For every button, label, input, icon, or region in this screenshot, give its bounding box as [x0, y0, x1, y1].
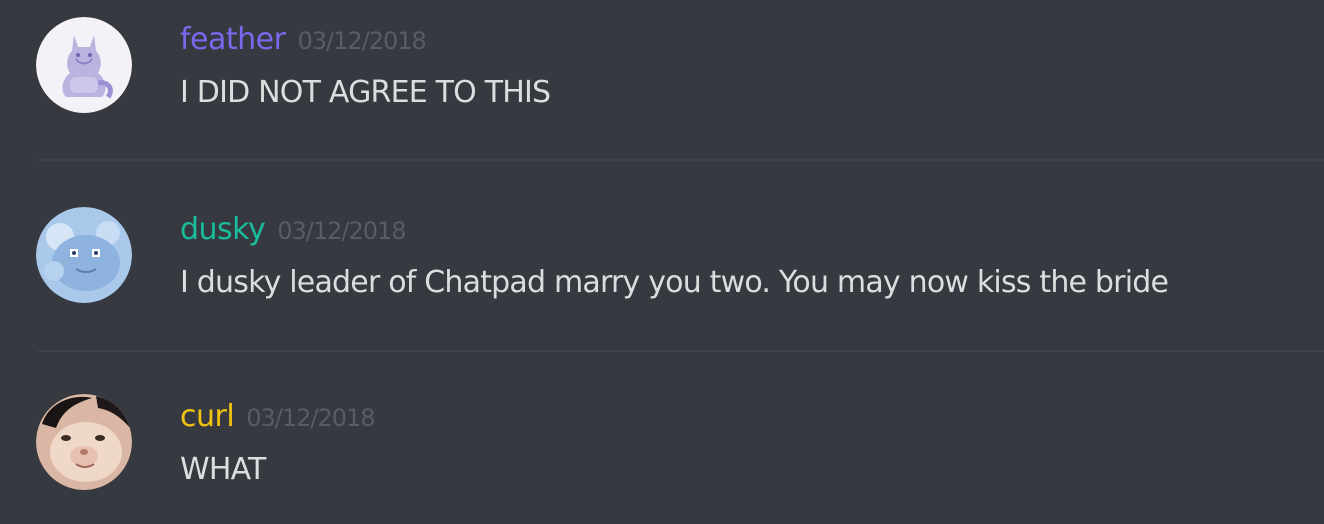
- timestamp: 03/12/2018: [246, 404, 375, 432]
- message-content: WHAT: [180, 452, 266, 487]
- timestamp: 03/12/2018: [277, 217, 406, 245]
- blue-creature-avatar-icon: [36, 207, 132, 303]
- username[interactable]: dusky: [180, 210, 266, 250]
- chat-message-list: feather 03/12/2018 I DID NOT AGREE TO THI…: [0, 0, 1324, 524]
- cat-photo-avatar-icon: [36, 394, 132, 490]
- username[interactable]: feather: [180, 20, 286, 60]
- cat-drawing-avatar-icon: [36, 17, 132, 113]
- chat-message: dusky 03/12/2018 I dusky leader of Chatpa…: [0, 190, 1324, 310]
- avatar[interactable]: [36, 17, 132, 113]
- chat-message: curl 03/12/2018 WHAT: [0, 377, 1324, 497]
- timestamp: 03/12/2018: [297, 27, 426, 55]
- message-header: dusky 03/12/2018: [180, 210, 407, 250]
- message-header: curl 03/12/2018: [180, 397, 376, 437]
- message-header: feather 03/12/2018: [180, 20, 427, 60]
- message-divider: [38, 159, 1324, 161]
- message-content: I dusky leader of Chatpad marry you two.…: [180, 265, 1169, 300]
- message-content: I DID NOT AGREE TO THIS: [180, 75, 551, 110]
- avatar[interactable]: [36, 394, 132, 490]
- chat-message: feather 03/12/2018 I DID NOT AGREE TO THI…: [0, 0, 1324, 120]
- message-divider: [38, 350, 1324, 352]
- avatar[interactable]: [36, 207, 132, 303]
- username[interactable]: curl: [180, 397, 235, 437]
